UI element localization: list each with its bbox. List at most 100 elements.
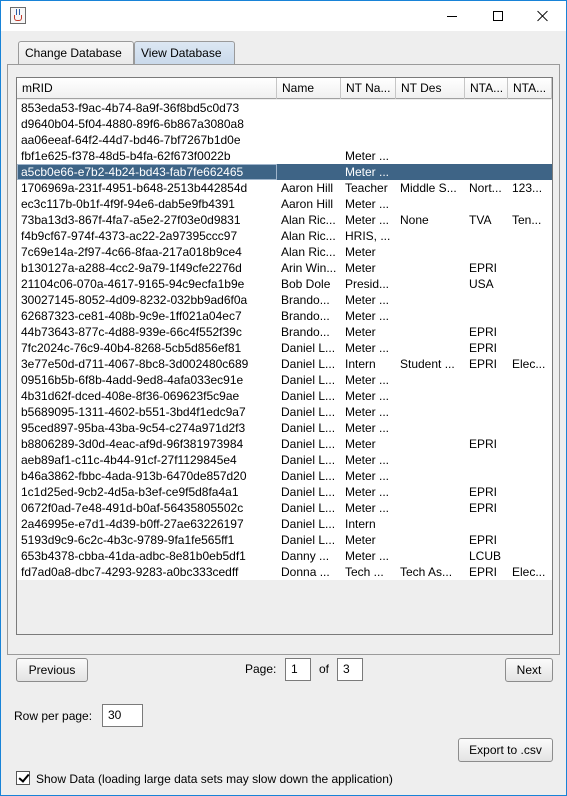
nta-2-cell[interactable]: Ten...: [508, 212, 552, 228]
table-row[interactable]: fd7ad0a8-dbc7-4293-9283-a0bc333cedff Donn…: [17, 564, 552, 580]
name-cell[interactable]: Daniel L...: [277, 468, 341, 484]
name-cell[interactable]: Brando...: [277, 292, 341, 308]
nt-description-cell[interactable]: [396, 372, 465, 388]
nt-description-cell[interactable]: [396, 484, 465, 500]
nt-name-cell[interactable]: Meter: [341, 436, 396, 452]
name-cell[interactable]: Alan Ric...: [277, 244, 341, 260]
nta-2-cell[interactable]: [508, 388, 552, 404]
name-cell[interactable]: [277, 164, 341, 180]
nt-name-cell[interactable]: [341, 116, 396, 132]
table-row[interactable]: aa06eeaf-64f2-44d7-bd46-7bf7267b1d0e: [17, 132, 552, 148]
nt-name-cell[interactable]: Meter ...: [341, 372, 396, 388]
nt-name-cell[interactable]: Meter: [341, 532, 396, 548]
column-header-nt-description[interactable]: NT Des: [396, 78, 465, 99]
nta-2-cell[interactable]: [508, 372, 552, 388]
table-row[interactable]: 30027145-8052-4d09-8232-032bb9ad6f0a Bran…: [17, 292, 552, 308]
mrid-cell[interactable]: b5689095-1311-4602-b551-3bd4f1edc9a7: [17, 404, 277, 420]
table-row[interactable]: 853eda53-f9ac-4b74-8a9f-36f8bd5c0d73: [17, 100, 552, 116]
mrid-cell[interactable]: 853eda53-f9ac-4b74-8a9f-36f8bd5c0d73: [17, 100, 277, 116]
previous-button[interactable]: Previous: [16, 658, 88, 682]
table-row[interactable]: 7c69e14a-2f97-4c66-8faa-217a018b9ce4 Alan…: [17, 244, 552, 260]
mrid-cell[interactable]: aeb89af1-c11c-4b44-91cf-27f1129845e4: [17, 452, 277, 468]
nt-name-cell[interactable]: Meter ...: [341, 196, 396, 212]
nt-name-cell[interactable]: Meter: [341, 244, 396, 260]
nta-2-cell[interactable]: [508, 500, 552, 516]
nta-2-cell[interactable]: Elec...: [508, 356, 552, 372]
nt-name-cell[interactable]: Meter ...: [341, 308, 396, 324]
nta-2-cell[interactable]: [508, 260, 552, 276]
nt-name-cell[interactable]: Meter ...: [341, 452, 396, 468]
nt-description-cell[interactable]: [396, 100, 465, 116]
show-data-checkbox[interactable]: [16, 771, 30, 785]
data-table[interactable]: mRID Name NT Na... NT Des NTA... NTA... …: [16, 77, 553, 635]
nt-name-cell[interactable]: [341, 100, 396, 116]
nt-name-cell[interactable]: Meter ...: [341, 148, 396, 164]
nta-2-cell[interactable]: [508, 436, 552, 452]
mrid-cell[interactable]: 0672f0ad-7e48-491d-b0af-56435805502c: [17, 500, 277, 516]
table-row[interactable]: aeb89af1-c11c-4b44-91cf-27f1129845e4 Dani…: [17, 452, 552, 468]
nta-2-cell[interactable]: [508, 404, 552, 420]
name-cell[interactable]: Danny ...: [277, 548, 341, 564]
table-row[interactable]: b5689095-1311-4602-b551-3bd4f1edc9a7 Dani…: [17, 404, 552, 420]
table-row[interactable]: 21104c06-070a-4617-9165-94c9ecfa1b9e Bob …: [17, 276, 552, 292]
nta-1-cell[interactable]: [465, 404, 508, 420]
nta-2-cell[interactable]: [508, 100, 552, 116]
nta-2-cell[interactable]: [508, 484, 552, 500]
nt-description-cell[interactable]: [396, 292, 465, 308]
name-cell[interactable]: Daniel L...: [277, 404, 341, 420]
name-cell[interactable]: Alan Ric...: [277, 228, 341, 244]
nt-description-cell[interactable]: [396, 436, 465, 452]
nta-2-cell[interactable]: [508, 292, 552, 308]
name-cell[interactable]: Aaron Hill: [277, 180, 341, 196]
nt-name-cell[interactable]: Meter ...: [341, 292, 396, 308]
nta-1-cell[interactable]: [465, 196, 508, 212]
name-cell[interactable]: Daniel L...: [277, 340, 341, 356]
nta-1-cell[interactable]: [465, 516, 508, 532]
nta-1-cell[interactable]: [465, 244, 508, 260]
table-row[interactable]: 3e77e50d-d711-4067-8bc8-3d002480c689 Dani…: [17, 356, 552, 372]
nt-description-cell[interactable]: [396, 420, 465, 436]
nta-1-cell[interactable]: LCUB: [465, 548, 508, 564]
name-cell[interactable]: Arin Win...: [277, 260, 341, 276]
nta-2-cell[interactable]: [508, 164, 552, 180]
name-cell[interactable]: Daniel L...: [277, 532, 341, 548]
mrid-cell[interactable]: fd7ad0a8-dbc7-4293-9283-a0bc333cedff: [17, 564, 277, 580]
nt-description-cell[interactable]: Middle S...: [396, 180, 465, 196]
name-cell[interactable]: [277, 100, 341, 116]
column-header-nta-2[interactable]: NTA...: [508, 78, 552, 99]
nta-1-cell[interactable]: [465, 132, 508, 148]
column-header-name[interactable]: Name: [277, 78, 341, 99]
mrid-cell[interactable]: 2a46995e-e7d1-4d39-b0ff-27ae63226197: [17, 516, 277, 532]
nta-2-cell[interactable]: [508, 452, 552, 468]
name-cell[interactable]: Aaron Hill: [277, 196, 341, 212]
nt-description-cell[interactable]: [396, 388, 465, 404]
table-row-selected[interactable]: a5cb0e66-e7b2-4b24-bd43-fab7fe662465 Mete…: [17, 164, 552, 180]
nta-1-cell[interactable]: EPRI: [465, 436, 508, 452]
mrid-cell[interactable]: 95ced897-95ba-43ba-9c54-c274a971d2f3: [17, 420, 277, 436]
name-cell[interactable]: Daniel L...: [277, 436, 341, 452]
nta-1-cell[interactable]: EPRI: [465, 564, 508, 580]
nt-name-cell[interactable]: Tech ...: [341, 564, 396, 580]
nt-name-cell[interactable]: Meter ...: [341, 212, 396, 228]
nt-name-cell[interactable]: Meter ...: [341, 484, 396, 500]
nt-name-cell[interactable]: Meter ...: [341, 404, 396, 420]
column-header-mrid[interactable]: mRID: [17, 78, 277, 99]
name-cell[interactable]: Daniel L...: [277, 484, 341, 500]
mrid-cell[interactable]: f4b9cf67-974f-4373-ac22-2a97395ccc97: [17, 228, 277, 244]
name-cell[interactable]: [277, 132, 341, 148]
table-row[interactable]: fbf1e625-f378-48d5-b4fa-62f673f0022b Mete…: [17, 148, 552, 164]
tab-view-database[interactable]: View Database: [134, 41, 235, 66]
nt-name-cell[interactable]: Teacher: [341, 180, 396, 196]
nt-description-cell[interactable]: [396, 164, 465, 180]
mrid-cell[interactable]: 44b73643-877c-4d88-939e-66c4f552f39c: [17, 324, 277, 340]
nta-2-cell[interactable]: [508, 548, 552, 564]
mrid-cell[interactable]: b46a3862-fbbc-4ada-913b-6470de857d20: [17, 468, 277, 484]
nt-description-cell[interactable]: [396, 532, 465, 548]
nta-2-cell[interactable]: [508, 276, 552, 292]
name-cell[interactable]: Daniel L...: [277, 372, 341, 388]
nt-description-cell[interactable]: [396, 244, 465, 260]
nt-description-cell[interactable]: [396, 452, 465, 468]
nta-1-cell[interactable]: [465, 228, 508, 244]
nt-description-cell[interactable]: Student ...: [396, 356, 465, 372]
mrid-cell[interactable]: a5cb0e66-e7b2-4b24-bd43-fab7fe662465: [17, 164, 277, 180]
